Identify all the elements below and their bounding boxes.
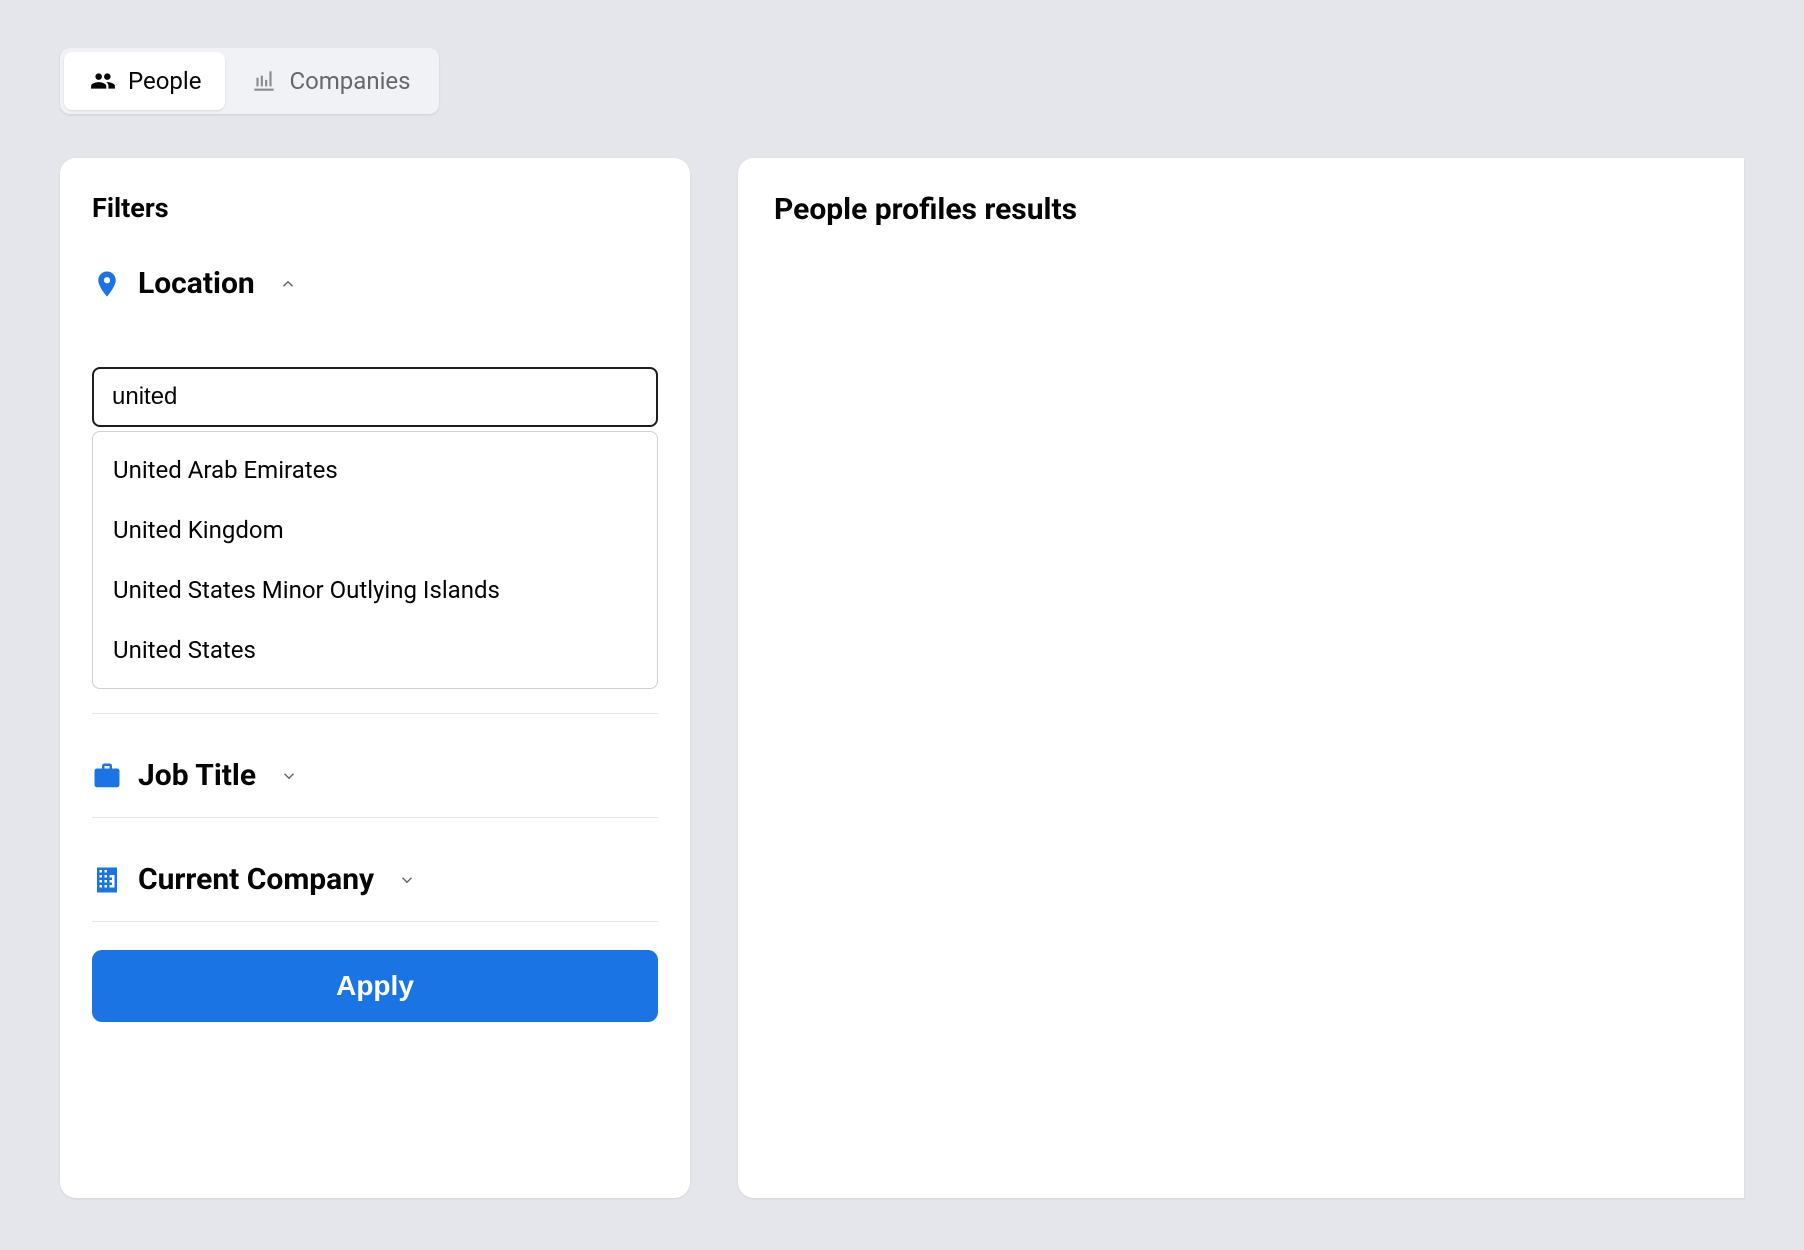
location-suggestions: United Arab Emirates United Kingdom Unit… (92, 431, 658, 689)
briefcase-icon (92, 761, 122, 791)
filter-current-company-label: Current Company (138, 862, 374, 897)
tab-people[interactable]: People (64, 52, 225, 110)
chevron-down-icon (280, 767, 298, 785)
chevron-up-icon (279, 275, 297, 293)
filters-panel: Filters Location United Arab Emirates U (60, 158, 690, 1198)
people-icon (88, 66, 118, 96)
filter-location-label: Location (138, 266, 255, 301)
location-pin-icon (92, 269, 122, 299)
tab-companies[interactable]: Companies (225, 52, 434, 110)
filter-job-title-label: Job Title (138, 758, 256, 793)
tab-people-label: People (128, 67, 201, 95)
apply-button[interactable]: Apply (92, 950, 658, 1022)
chevron-down-icon (398, 871, 416, 889)
results-title: People profiles results (774, 192, 1708, 227)
filters-title: Filters (92, 192, 658, 224)
filter-current-company-header[interactable]: Current Company (92, 856, 658, 903)
location-suggestion[interactable]: United States Minor Outlying Islands (93, 560, 657, 620)
building-icon (92, 865, 122, 895)
results-panel: People profiles results (738, 158, 1744, 1198)
filter-location: Location United Arab Emirates United Kin… (92, 260, 658, 714)
location-input[interactable] (92, 367, 658, 427)
filter-location-header[interactable]: Location (92, 260, 658, 307)
entity-tabs: People Companies (60, 48, 439, 114)
location-suggestion[interactable]: United Arab Emirates (93, 440, 657, 500)
tab-companies-label: Companies (289, 67, 410, 95)
location-suggestion[interactable]: United States (93, 620, 657, 680)
location-suggestion[interactable]: United Kingdom (93, 500, 657, 560)
filter-job-title-header[interactable]: Job Title (92, 752, 658, 799)
companies-icon (249, 66, 279, 96)
filter-current-company: Current Company (92, 838, 658, 922)
filter-job-title: Job Title (92, 734, 658, 818)
